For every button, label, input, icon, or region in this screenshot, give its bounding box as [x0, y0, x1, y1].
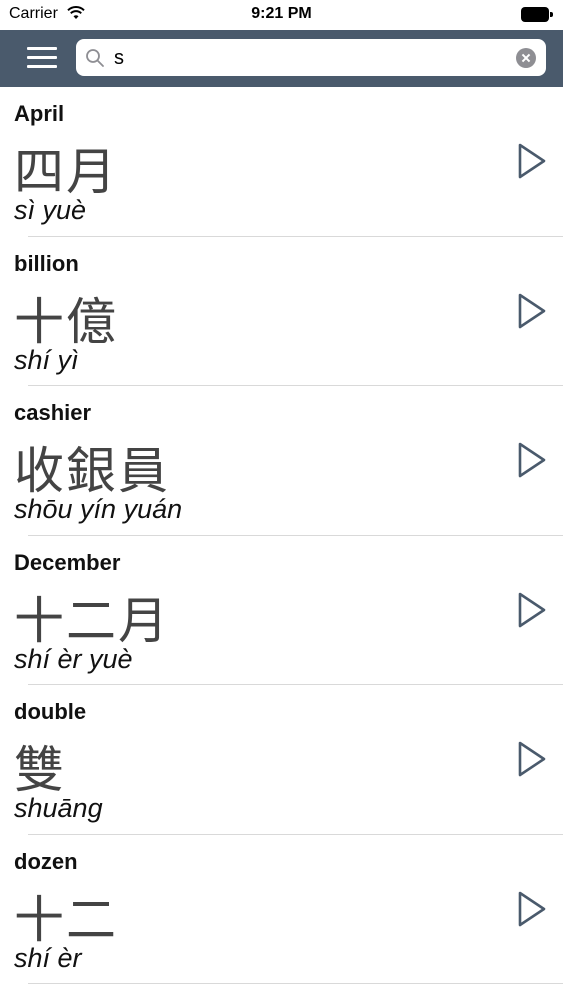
search-icon	[86, 49, 104, 67]
english-word: cashier	[14, 400, 92, 425]
play-icon[interactable]	[516, 440, 548, 480]
pinyin: shōu yín yuán	[14, 494, 183, 524]
battery-icon	[521, 7, 553, 22]
chinese-characters: 收銀員	[14, 442, 170, 500]
search-input[interactable]: s	[114, 47, 124, 70]
pinyin: shí èr yuè	[14, 643, 133, 674]
menu-button[interactable]	[24, 44, 60, 72]
list-item[interactable]: cashier 收銀員 shōu yín yuán	[0, 386, 563, 536]
pinyin: shí yì	[14, 344, 79, 375]
chinese-characters: 十二	[14, 890, 118, 949]
clear-icon[interactable]	[516, 48, 536, 68]
chinese-characters: 四月	[14, 143, 118, 201]
english-word: double	[14, 699, 87, 724]
chinese-characters: 十二月	[14, 591, 170, 650]
list-item[interactable]: December 十二月 shí èr yuè	[0, 536, 563, 685]
hamburger-icon-bar	[27, 56, 57, 59]
list-item[interactable]: dozen 十二 shí èr	[0, 835, 563, 984]
list-item[interactable]: billion 十億 shí yì	[0, 237, 563, 386]
chinese-characters: 雙	[14, 741, 66, 799]
play-icon[interactable]	[516, 590, 548, 630]
english-word: April	[14, 101, 65, 126]
divider	[28, 983, 563, 984]
pinyin: sì yuè	[14, 195, 87, 225]
english-word: dozen	[14, 848, 78, 874]
play-icon[interactable]	[516, 739, 548, 779]
search-field[interactable]: s	[76, 39, 546, 76]
english-word: billion	[14, 250, 79, 276]
nav-bar: s	[0, 30, 563, 87]
list-item[interactable]: April 四月 sì yuè	[0, 87, 563, 237]
english-word: December	[14, 549, 121, 575]
play-icon[interactable]	[516, 141, 548, 181]
pinyin: shuāng	[14, 793, 103, 823]
hamburger-icon-bar	[27, 65, 57, 68]
chinese-characters: 十億	[14, 292, 118, 351]
play-icon[interactable]	[516, 889, 548, 929]
play-icon[interactable]	[516, 291, 548, 331]
status-bar: Carrier 9:21 PM	[0, 0, 563, 30]
hamburger-icon	[27, 47, 57, 50]
list-item[interactable]: double 雙 shuāng	[0, 685, 563, 835]
word-list: April 四月 sì yuè billion 十億 shí yì cashie…	[0, 87, 563, 984]
clock: 9:21 PM	[251, 5, 312, 22]
pinyin: shí èr	[14, 942, 82, 973]
